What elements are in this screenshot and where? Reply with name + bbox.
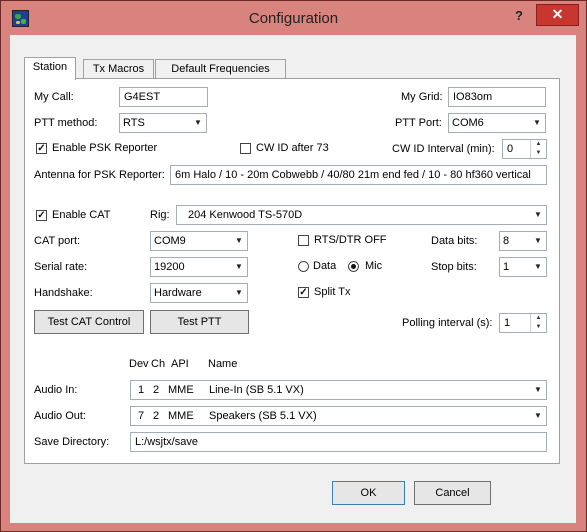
ok-button[interactable]: OK <box>332 481 405 505</box>
mic-radio-label: Mic <box>365 260 383 272</box>
enable-psk-label: Enable PSK Reporter <box>52 142 158 154</box>
cancel-button[interactable]: Cancel <box>414 481 491 505</box>
spin-up-icon[interactable]: ▲ <box>530 314 546 323</box>
close-button[interactable]: ✕ <box>536 4 579 26</box>
audio-in-label: Audio In: <box>34 384 78 396</box>
serial-rate-label: Serial rate: <box>34 261 88 273</box>
split-tx-checkbox[interactable]: ✓ <box>298 287 309 298</box>
handshake-value: Hardware <box>154 287 202 299</box>
audio-out-ch: 2 <box>153 410 160 422</box>
chevron-down-icon: ▼ <box>235 288 243 297</box>
cat-port-select[interactable]: COM9 ▼ <box>150 231 248 251</box>
ptt-method-label: PTT method: <box>34 117 98 129</box>
spin-down-icon[interactable]: ▼ <box>530 149 546 158</box>
audio-header-api: API <box>171 358 189 370</box>
save-directory-label: Save Directory: <box>34 436 110 448</box>
ptt-port-label: PTT Port: <box>395 117 442 129</box>
audio-in-ch: 2 <box>153 384 160 396</box>
tab-default-frequencies[interactable]: Default Frequencies <box>155 59 286 79</box>
chevron-down-icon: ▼ <box>534 210 542 219</box>
test-cat-control-button[interactable]: Test CAT Control <box>34 310 144 334</box>
spin-down-icon[interactable]: ▼ <box>530 323 546 332</box>
stop-bits-value: 1 <box>503 261 510 273</box>
polling-interval-label: Polling interval (s): <box>402 317 493 329</box>
mic-radio[interactable] <box>348 261 359 272</box>
title-bar[interactable]: Configuration ? ✕ <box>1 1 586 35</box>
my-grid-label: My Grid: <box>401 91 443 103</box>
chevron-down-icon: ▼ <box>534 236 542 245</box>
data-radio-label: Data <box>313 260 337 272</box>
polling-interval-spinbox[interactable]: 1 ▲ ▼ <box>499 313 547 333</box>
cw-id-interval-spinbox[interactable]: 0 ▲ ▼ <box>502 139 547 159</box>
configuration-window: Configuration ? ✕ Station Tx Macros Defa… <box>0 0 587 532</box>
my-call-label: My Call: <box>34 91 74 103</box>
rts-dtr-off-label: RTS/DTR OFF <box>314 234 387 246</box>
audio-out-label: Audio Out: <box>34 410 86 422</box>
ptt-port-value: COM6 <box>452 117 484 129</box>
rig-select[interactable]: 204 Kenwood TS-570D ▼ <box>176 205 547 225</box>
window-title: Configuration <box>248 10 339 27</box>
chevron-down-icon: ▼ <box>534 262 542 271</box>
my-call-input[interactable]: G4EST <box>119 87 208 107</box>
audio-out-api: MME <box>168 410 194 422</box>
my-grid-input[interactable]: IO83om <box>448 87 546 107</box>
polling-interval-value: 1 <box>504 317 511 329</box>
station-panel: My Call: G4EST My Grid: IO83om PTT metho… <box>24 78 560 464</box>
tab-station[interactable]: Station <box>24 57 76 80</box>
chevron-down-icon: ▼ <box>194 118 202 127</box>
serial-rate-select[interactable]: 19200 ▼ <box>150 257 248 277</box>
antenna-input[interactable]: 6m Halo / 10 - 20m Cobwebb / 40/80 21m e… <box>170 165 547 185</box>
handshake-select[interactable]: Hardware ▼ <box>150 283 248 303</box>
stop-bits-select[interactable]: 1 ▼ <box>499 257 547 277</box>
handshake-label: Handshake: <box>34 287 93 299</box>
audio-out-dev: 7 <box>138 410 145 422</box>
audio-in-dev: 1 <box>138 384 145 396</box>
cat-port-value: COM9 <box>154 235 186 247</box>
data-bits-value: 8 <box>503 235 510 247</box>
cw-id-after-73-label: CW ID after 73 <box>256 142 329 154</box>
enable-cat-checkbox[interactable]: ✓ <box>36 210 47 221</box>
data-bits-select[interactable]: 8 ▼ <box>499 231 547 251</box>
enable-cat-label: Enable CAT <box>52 209 111 221</box>
tab-tx-macros[interactable]: Tx Macros <box>83 59 154 79</box>
serial-rate-value: 19200 <box>154 261 185 273</box>
ptt-method-value: RTS <box>123 117 145 129</box>
save-directory-input[interactable]: L:/wsjtx/save <box>130 432 547 452</box>
chevron-down-icon: ▼ <box>235 262 243 271</box>
cat-port-label: CAT port: <box>34 235 81 247</box>
split-tx-label: Split Tx <box>314 286 351 298</box>
cw-id-after-73-checkbox[interactable] <box>240 143 251 154</box>
cw-id-interval-value: 0 <box>507 143 514 155</box>
chevron-down-icon: ▼ <box>533 118 541 127</box>
data-radio[interactable] <box>298 261 309 272</box>
spin-up-icon[interactable]: ▲ <box>530 140 546 149</box>
audio-in-api: MME <box>168 384 194 396</box>
audio-out-select[interactable]: 7 2 MME Speakers (SB 5.1 VX) ▼ <box>130 406 547 426</box>
audio-in-select[interactable]: 1 2 MME Line-In (SB 5.1 VX) ▼ <box>130 380 547 400</box>
ptt-port-select[interactable]: COM6 ▼ <box>448 113 546 133</box>
stop-bits-label: Stop bits: <box>431 261 477 273</box>
enable-psk-checkbox[interactable]: ✓ <box>36 143 47 154</box>
audio-in-name: Line-In (SB 5.1 VX) <box>209 384 304 396</box>
ptt-method-select[interactable]: RTS ▼ <box>119 113 207 133</box>
test-ptt-button[interactable]: Test PTT <box>150 310 249 334</box>
antenna-label: Antenna for PSK Reporter: <box>34 169 165 181</box>
chevron-down-icon: ▼ <box>534 385 542 394</box>
audio-header-name: Name <box>208 358 238 370</box>
cw-id-interval-label: CW ID Interval (min): <box>392 143 495 155</box>
data-bits-label: Data bits: <box>431 235 478 247</box>
audio-header-dev: Dev <box>129 358 149 370</box>
chevron-down-icon: ▼ <box>534 411 542 420</box>
audio-header-ch: Ch <box>151 358 166 370</box>
rig-label: Rig: <box>150 209 170 221</box>
dialog-body: Station Tx Macros Default Frequencies My… <box>10 35 576 523</box>
rig-value: 204 Kenwood TS-570D <box>188 209 303 221</box>
chevron-down-icon: ▼ <box>235 236 243 245</box>
help-button[interactable]: ? <box>515 8 523 23</box>
rts-dtr-off-checkbox[interactable] <box>298 235 309 246</box>
audio-out-name: Speakers (SB 5.1 VX) <box>209 410 317 422</box>
